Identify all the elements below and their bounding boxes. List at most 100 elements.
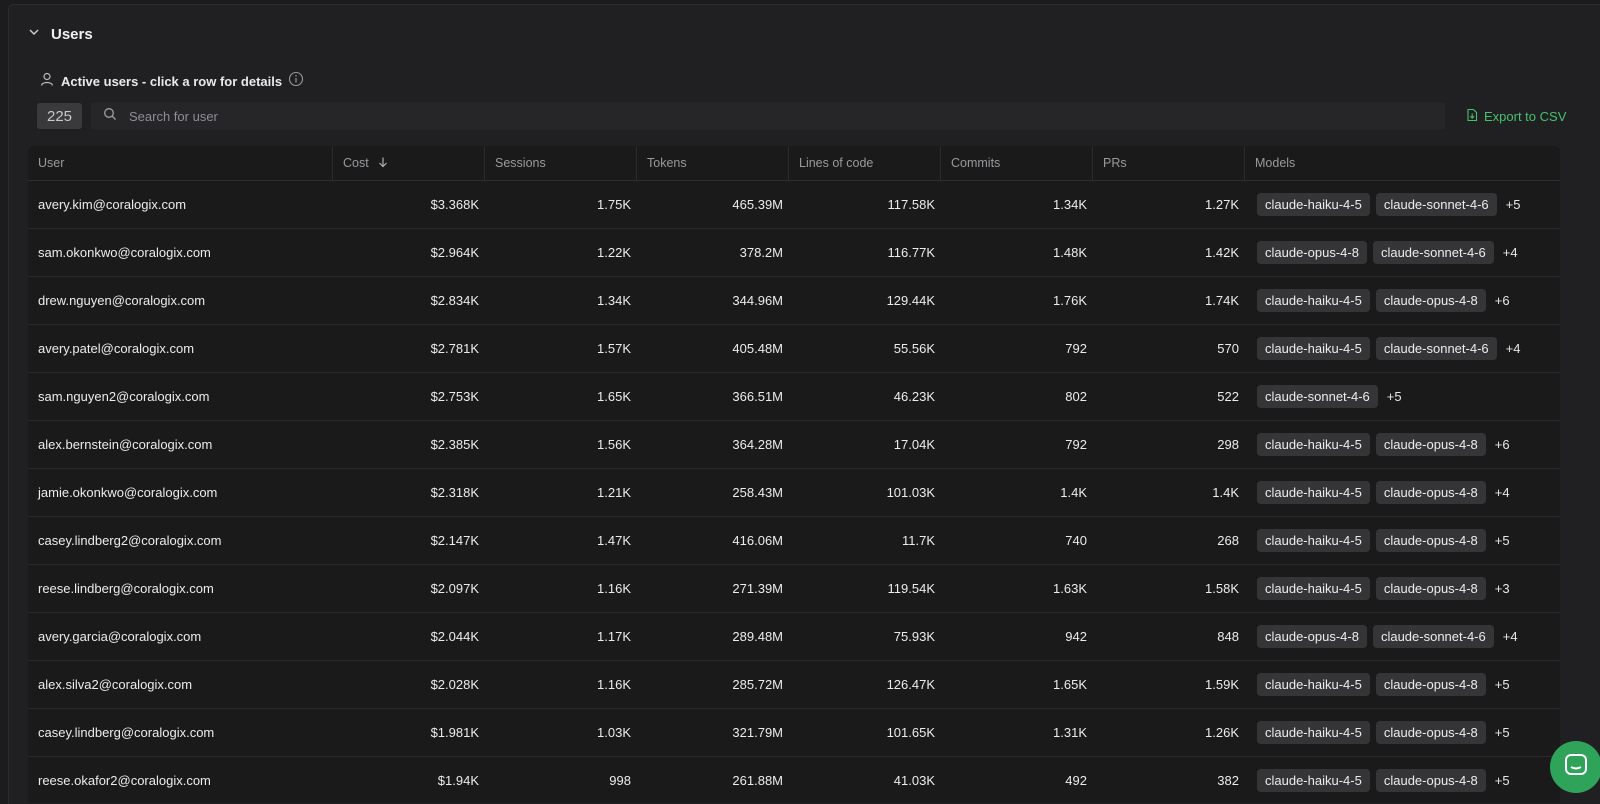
cell-sessions: 1.16K	[597, 581, 631, 596]
cell-sessions: 1.17K	[597, 629, 631, 644]
column-header-lines-of-code[interactable]: Lines of code	[789, 146, 941, 180]
table-row[interactable]: casey.lindberg2@coralogix.com $2.147K 1.47…	[28, 517, 1560, 565]
table-row[interactable]: alex.bernstein@coralogix.com $2.385K 1.56K…	[28, 421, 1560, 469]
table-row[interactable]: casey.lindberg@coralogix.com $1.981K 1.03K…	[28, 709, 1560, 757]
model-chip: claude-opus-4-8	[1375, 289, 1486, 312]
table-row[interactable]: avery.kim@coralogix.com $3.368K 1.75K 465.3…	[28, 181, 1560, 229]
cell-sessions: 1.16K	[597, 677, 631, 692]
more-models-count[interactable]: +4	[1495, 485, 1510, 500]
cell-cost: $2.147K	[430, 533, 479, 548]
model-chip: claude-haiku-4-5	[1257, 721, 1370, 744]
cell-loc: 119.54K	[887, 581, 935, 596]
cell-tokens: 258.43M	[732, 485, 783, 500]
table-row[interactable]: sam.okonkwo@coralogix.com $2.964K 1.22K 378…	[28, 229, 1560, 277]
column-header-prs[interactable]: PRs	[1093, 146, 1245, 180]
cell-commits: 792	[1065, 341, 1087, 356]
active-users-label: Active users - click a row for details	[61, 73, 283, 89]
column-header-tokens[interactable]: Tokens	[637, 146, 789, 180]
cell-sessions: 1.75K	[597, 197, 631, 212]
table-row[interactable]: reese.lindberg@coralogix.com $2.097K 1.16K…	[28, 565, 1560, 613]
cell-loc: 41.03K	[893, 773, 935, 788]
sort-down-icon	[369, 156, 389, 171]
more-models-count[interactable]: +4	[1506, 341, 1521, 356]
info-icon[interactable]	[288, 71, 304, 92]
cell-loc: 116.77K	[887, 245, 935, 260]
more-models-count[interactable]: +5	[1495, 725, 1510, 740]
column-header-cost[interactable]: Cost	[333, 146, 485, 180]
cell-prs: 1.58K	[1205, 581, 1239, 596]
model-chip: claude-opus-4-8	[1257, 241, 1367, 264]
model-chip: claude-haiku-4-5	[1257, 577, 1370, 600]
model-chip: claude-sonnet-4-6	[1372, 241, 1494, 264]
cell-commits: 1.48K	[1053, 245, 1087, 260]
column-header-commits[interactable]: Commits	[941, 146, 1093, 180]
model-chip: claude-haiku-4-5	[1257, 529, 1370, 552]
table-row[interactable]: reese.okafor2@coralogix.com $1.94K 998 261.…	[28, 757, 1560, 803]
column-header-sessions[interactable]: Sessions	[485, 146, 637, 180]
cell-cost: $2.385K	[430, 437, 479, 452]
cell-models: claude-haiku-4-5 claude-opus-4-8 +5	[1245, 529, 1560, 552]
model-chip: claude-haiku-4-5	[1257, 769, 1370, 792]
more-models-count[interactable]: +5	[1495, 533, 1510, 548]
users-section-toggle[interactable]: Users	[27, 21, 93, 47]
model-chip: claude-haiku-4-5	[1257, 337, 1370, 360]
cell-models: claude-sonnet-4-6 +5	[1245, 385, 1560, 408]
active-users-header: Active users - click a row for details	[39, 71, 304, 91]
model-chip: claude-haiku-4-5	[1257, 481, 1370, 504]
cell-commits: 1.4K	[1060, 485, 1087, 500]
cell-commits: 1.76K	[1053, 293, 1087, 308]
table-row[interactable]: sam.nguyen2@coralogix.com $2.753K 1.65K 366…	[28, 373, 1560, 421]
model-chip: claude-opus-4-8	[1375, 481, 1486, 504]
cell-models: claude-haiku-4-5 claude-sonnet-4-6 +4	[1245, 337, 1560, 360]
more-models-count[interactable]: +5	[1495, 773, 1510, 788]
more-models-count[interactable]: +6	[1495, 293, 1510, 308]
cell-cost: $1.94K	[437, 773, 479, 788]
column-header-models: Models	[1255, 156, 1296, 170]
cell-commits: 1.34K	[1053, 197, 1087, 212]
cell-user: sam.nguyen2@coralogix.com	[38, 389, 210, 404]
cell-user: reese.lindberg@coralogix.com	[38, 581, 214, 596]
table-row[interactable]: avery.patel@coralogix.com $2.781K 1.57K 405…	[28, 325, 1560, 373]
column-header-user[interactable]: User	[28, 146, 333, 180]
table-row[interactable]: alex.silva2@coralogix.com $2.028K 1.16K 285…	[28, 661, 1560, 709]
search-box[interactable]	[91, 102, 1445, 130]
cell-cost: $3.368K	[430, 197, 479, 212]
more-models-count[interactable]: +5	[1387, 389, 1402, 404]
user-count-badge: 225	[37, 103, 82, 129]
cell-prs: 1.42K	[1205, 245, 1239, 260]
cell-prs: 268	[1217, 533, 1239, 548]
more-models-count[interactable]: +4	[1503, 245, 1518, 260]
model-chip: claude-haiku-4-5	[1257, 193, 1370, 216]
file-download-icon	[1465, 108, 1479, 125]
export-csv-label: Export to CSV	[1484, 108, 1567, 124]
more-models-count[interactable]: +3	[1495, 581, 1510, 596]
users-table: User Cost Sessions Tokens Lines of code …	[28, 146, 1560, 803]
table-body: avery.kim@coralogix.com $3.368K 1.75K 465.3…	[28, 181, 1560, 803]
export-csv-button[interactable]: Export to CSV	[1465, 105, 1566, 127]
cell-sessions: 1.56K	[597, 437, 631, 452]
more-models-count[interactable]: +6	[1495, 437, 1510, 452]
more-models-count[interactable]: +5	[1506, 197, 1521, 212]
cell-sessions: 1.22K	[597, 245, 631, 260]
cell-prs: 570	[1217, 341, 1239, 356]
cell-cost: $2.964K	[430, 245, 479, 260]
table-row[interactable]: drew.nguyen@coralogix.com $2.834K 1.34K 344…	[28, 277, 1560, 325]
table-row[interactable]: jamie.okonkwo@coralogix.com $2.318K 1.21K 2…	[28, 469, 1560, 517]
cell-prs: 1.4K	[1212, 485, 1239, 500]
cell-user: casey.lindberg@coralogix.com	[38, 725, 215, 740]
cell-loc: 129.44K	[886, 293, 935, 308]
cell-loc: 17.04K	[893, 437, 935, 452]
cell-user: reese.okafor2@coralogix.com	[38, 773, 211, 788]
cell-sessions: 1.34K	[597, 293, 631, 308]
search-input[interactable]	[127, 107, 1445, 125]
cell-prs: 1.59K	[1205, 677, 1239, 692]
cell-user: avery.garcia@coralogix.com	[38, 629, 202, 644]
cell-sessions: 998	[609, 773, 631, 788]
cell-tokens: 416.06M	[732, 533, 783, 548]
cell-tokens: 321.79M	[732, 725, 783, 740]
chat-button[interactable]	[1550, 741, 1600, 793]
more-models-count[interactable]: +5	[1495, 677, 1510, 692]
cell-models: claude-haiku-4-5 claude-opus-4-8 +5	[1245, 673, 1560, 696]
more-models-count[interactable]: +4	[1503, 629, 1518, 644]
table-row[interactable]: avery.garcia@coralogix.com $2.044K 1.17K 28…	[28, 613, 1560, 661]
